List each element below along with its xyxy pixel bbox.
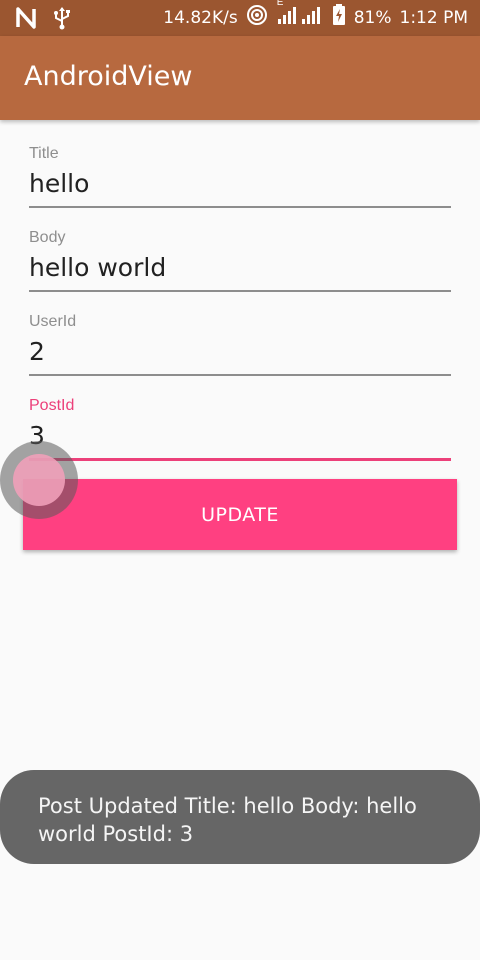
- status-bar: 14.82K/s E 81% 1:12 PM: [0, 0, 480, 36]
- postid-underline: [29, 458, 451, 461]
- body-input[interactable]: hello world: [29, 253, 166, 282]
- userid-label: UserId: [29, 313, 77, 330]
- update-button[interactable]: UPDATE: [23, 479, 457, 550]
- clock: 1:12 PM: [399, 8, 469, 28]
- battery-percent: 81%: [353, 8, 392, 28]
- body-field[interactable]: Body hello world: [29, 229, 451, 301]
- touch-indicator: [0, 441, 78, 519]
- signal-icon: E: [276, 0, 324, 31]
- battery-icon: [332, 4, 346, 32]
- body-underline: [29, 290, 451, 292]
- touch-indicator-center: [13, 454, 65, 506]
- postid-label: PostId: [29, 397, 75, 414]
- title-underline: [29, 206, 451, 208]
- postid-field[interactable]: PostId 3: [29, 397, 451, 469]
- toast-message: Post Updated Title: hello Body: hello wo…: [0, 770, 480, 864]
- usb-icon: [54, 6, 70, 36]
- title-field[interactable]: Title hello: [29, 145, 451, 217]
- body-label: Body: [29, 229, 66, 246]
- userid-input[interactable]: 2: [29, 337, 45, 366]
- app-bar: AndroidView: [0, 36, 480, 120]
- n-notification-icon: [16, 7, 36, 35]
- app-title: AndroidView: [24, 61, 193, 92]
- title-input[interactable]: hello: [29, 169, 89, 198]
- userid-field[interactable]: UserId 2: [29, 313, 451, 385]
- signal-label: E: [276, 0, 284, 8]
- userid-underline: [29, 374, 451, 376]
- title-label: Title: [29, 145, 59, 162]
- hotspot-icon: [246, 4, 268, 32]
- network-speed: 14.82K/s: [163, 8, 238, 28]
